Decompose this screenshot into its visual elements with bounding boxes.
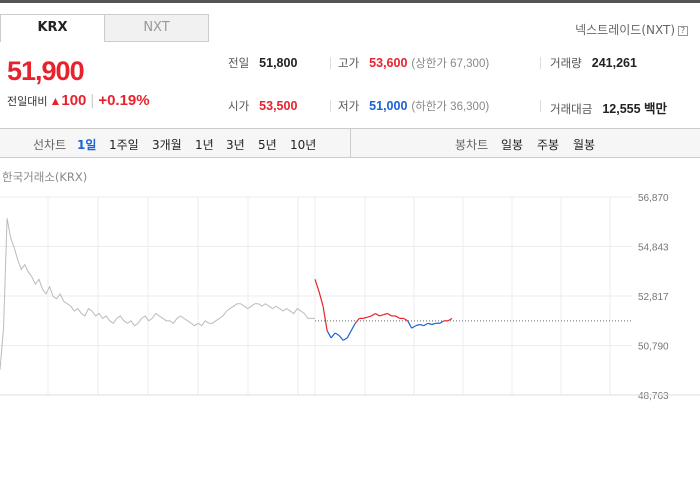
stat-label: 시가 [228, 99, 250, 113]
help-icon[interactable]: ? [678, 26, 688, 36]
change-label: 전일대비 [7, 95, 48, 108]
today-line-segment [427, 322, 433, 326]
period-3m[interactable]: 3개월 [152, 136, 182, 153]
today-line-segment [326, 330, 332, 339]
stat-label: 거래대금 [550, 102, 593, 116]
y-tick-label: 48,763 [638, 391, 669, 402]
y-tick-label: 54,843 [638, 243, 669, 254]
period-3y[interactable]: 3년 [226, 136, 245, 153]
divider [350, 129, 351, 158]
today-line-segment [415, 323, 420, 327]
stat-value: 241,261 [591, 56, 637, 70]
today-line-segment [322, 306, 328, 331]
change-abs: 100 [61, 92, 87, 109]
stat-sub: (하한가 36,300) [411, 101, 490, 113]
today-line-segment [419, 323, 424, 327]
today-line-segment [346, 330, 352, 339]
stat-value: 12,555 백만 [602, 102, 668, 116]
y-tick-label: 56,870 [638, 193, 669, 204]
today-line-segment [387, 312, 392, 317]
nxt-link-label: 넥스트레이드(NXT) [575, 23, 675, 37]
chart-exchange-label: 한국거래소(KRX) [2, 170, 88, 184]
candle-daily[interactable]: 일봉 [501, 136, 523, 153]
stat-open: 시가 53,500 [228, 98, 297, 114]
stat-value: 53,500 [259, 99, 298, 113]
today-line-segment [395, 315, 400, 319]
today-line-segment [447, 317, 453, 322]
previous-day-line [0, 218, 315, 370]
stat-value: 51,800 [259, 56, 298, 70]
divider [540, 100, 541, 112]
today-line-segment [338, 335, 344, 341]
change-pct: +0.19% [98, 92, 150, 109]
chart-toolbar: 선차트 1일 1주일 3개월 1년 3년 5년 10년 봉차트 일봉 주봉 월봉 [0, 128, 700, 158]
stat-label: 전일 [228, 56, 250, 70]
today-line-segment [354, 318, 360, 324]
candle-weekly[interactable]: 주봉 [537, 136, 559, 153]
today-line-segment [375, 312, 380, 317]
today-line-segment [379, 314, 384, 317]
stat-label: 저가 [338, 99, 360, 113]
stat-low: 저가 51,000 (하한가 36,300) [338, 98, 489, 114]
stat-volume: 거래량 241,261 [550, 55, 637, 71]
divider [330, 100, 331, 112]
period-10y[interactable]: 10년 [290, 136, 316, 153]
candle-monthly[interactable]: 월봉 [573, 136, 595, 153]
today-line-segment [407, 320, 413, 329]
nxt-link[interactable]: 넥스트레이드(NXT)? [575, 21, 688, 38]
today-line-segment [342, 337, 348, 341]
today-line-segment [350, 322, 356, 331]
price-change: 전일대비 ▲100 | +0.19% [7, 92, 150, 109]
y-tick-label: 52,817 [638, 292, 669, 303]
period-1w[interactable]: 1주일 [109, 136, 139, 153]
today-line-segment [318, 291, 324, 307]
stat-label: 거래량 [550, 56, 582, 70]
today-line-segment [367, 315, 372, 318]
today-line-segment [330, 332, 336, 339]
stat-amount: 거래대금 12,555 백만 [550, 98, 667, 117]
tab-nxt[interactable]: NXT [104, 14, 209, 42]
today-line-segment [371, 312, 376, 317]
divider: | [90, 92, 95, 109]
today-line-segment [431, 322, 437, 326]
stat-high: 고가 53,600 (상한가 67,300) [338, 55, 489, 71]
stat-sub: (상한가 67,300) [411, 58, 490, 70]
today-line-segment [314, 279, 320, 292]
stat-label: 고가 [338, 56, 360, 70]
tab-krx[interactable]: KRX [0, 14, 105, 42]
period-1d[interactable]: 1일 [77, 136, 96, 153]
y-tick-label: 50,790 [638, 342, 669, 353]
price-chart: 56,870 54,843 52,817 50,790 48,763 [0, 193, 700, 402]
today-line-segment [334, 332, 340, 336]
line-chart-label: 선차트 [33, 138, 67, 152]
top-border [0, 0, 700, 3]
candle-chart-label: 봉차트 [455, 138, 489, 152]
today-line-segment [383, 312, 388, 316]
divider [330, 57, 331, 69]
divider [540, 57, 541, 69]
stat-value: 53,600 [369, 56, 408, 70]
stat-value: 51,000 [369, 99, 408, 113]
today-line-segment [363, 316, 368, 319]
current-price: 51,900 [7, 56, 85, 86]
period-5y[interactable]: 5년 [258, 136, 277, 153]
stat-prev-close: 전일 51,800 [228, 55, 297, 71]
period-1y[interactable]: 1년 [195, 136, 214, 153]
today-line-segment [423, 322, 429, 327]
up-triangle-icon: ▲ [49, 94, 62, 108]
